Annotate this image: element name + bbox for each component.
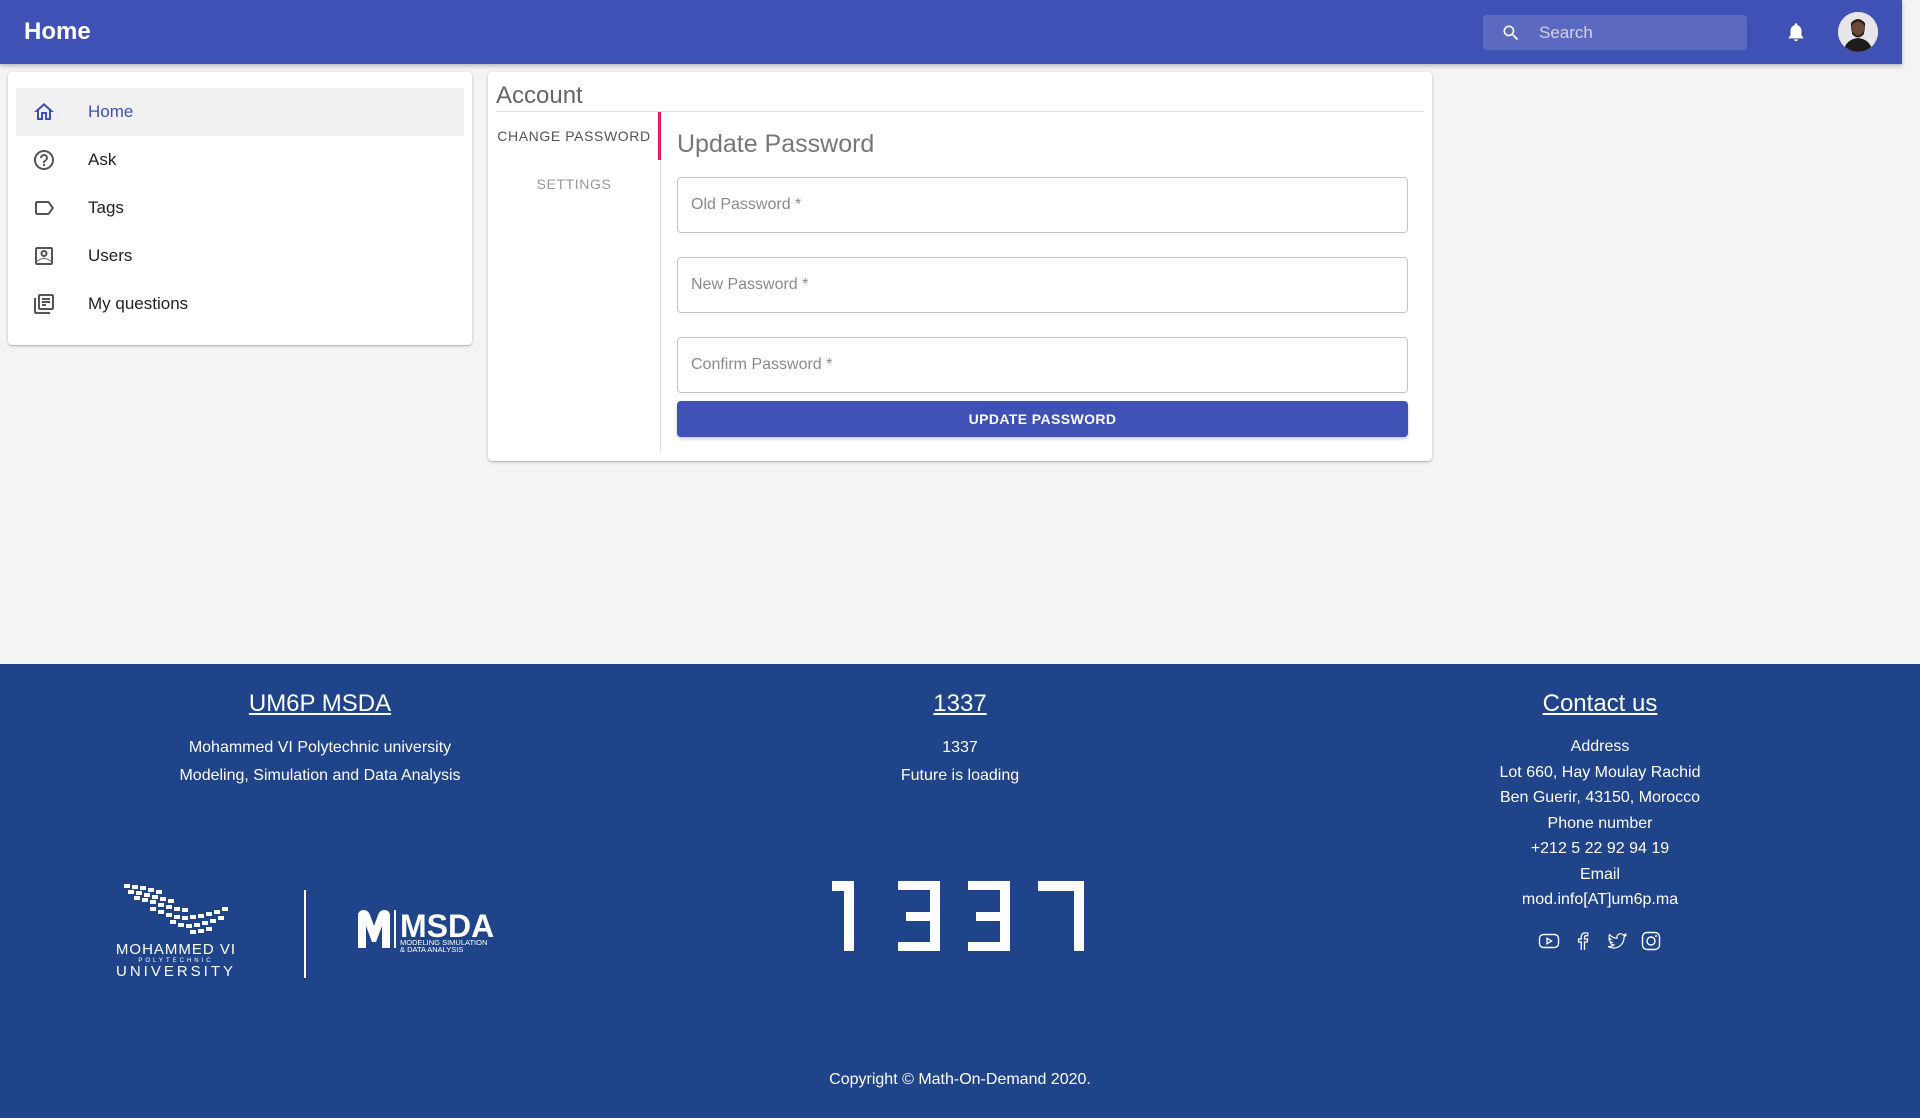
search-icon xyxy=(1483,15,1539,50)
confirm-password-field[interactable] xyxy=(677,337,1408,393)
search-box[interactable] xyxy=(1483,15,1747,50)
app-bar: Home xyxy=(0,0,1902,64)
new-password-field[interactable] xyxy=(677,257,1408,313)
footer-text: 1337 xyxy=(942,739,978,756)
panel-title: Update Password xyxy=(677,130,875,158)
new-password-input[interactable] xyxy=(678,258,1407,312)
sidebar-item-label: Users xyxy=(88,246,133,265)
library-books-icon xyxy=(34,294,54,314)
bell-icon xyxy=(1788,23,1804,42)
footer-text: Mohammed VI Polytechnic university xyxy=(188,739,452,756)
um6p-msda-logo: MOHAMMED VI POLYTECHNIC UNIVERSITY MSDA … xyxy=(110,882,530,982)
social-links xyxy=(1340,929,1860,953)
search-input[interactable] xyxy=(1539,22,1739,43)
tab-indicator xyxy=(658,112,661,160)
footer-text: mod.info[AT]um6p.ma xyxy=(1521,891,1679,908)
footer-col-um6p: UM6P MSDA Mohammed VI Polytechnic univer… xyxy=(60,688,580,790)
tab-change-password[interactable]: CHANGE PASSWORD xyxy=(488,112,660,160)
notifications-button[interactable] xyxy=(1781,17,1811,47)
footer-text: Ben Guerir, 43150, Morocco xyxy=(1499,789,1701,806)
sidebar-item-label: Home xyxy=(88,102,134,121)
twitter-icon[interactable] xyxy=(1605,929,1629,953)
footer-text: +212 5 22 92 94 19 xyxy=(1530,840,1670,857)
sidebar-item-tags[interactable]: Tags xyxy=(16,184,464,232)
1337-logo-icon xyxy=(832,881,1084,951)
account-card: Account CHANGE PASSWORD SETTINGS Update … xyxy=(488,72,1432,461)
confirm-password-input[interactable] xyxy=(678,338,1407,392)
footer-text: Lot 660, Hay Moulay Rachid xyxy=(1499,763,1701,781)
label-icon xyxy=(35,201,54,215)
account-title: Account xyxy=(496,82,583,109)
sidebar-item-users[interactable]: Users xyxy=(16,232,464,280)
sidebar-item-label: My questions xyxy=(88,294,189,313)
sidebar-item-my-questions[interactable]: My questions xyxy=(16,280,464,328)
footer-label: Address xyxy=(1570,738,1630,755)
copyright: Copyright © Math-On-Demand 2020. xyxy=(829,1071,1091,1088)
youtube-icon[interactable] xyxy=(1537,929,1561,953)
footer-text: Future is loading xyxy=(900,767,1020,784)
um6p-emblem-icon: MOHAMMED VI POLYTECHNIC UNIVERSITY MSDA … xyxy=(116,884,494,980)
sidebar-item-label: Ask xyxy=(88,150,117,169)
tab-settings[interactable]: SETTINGS xyxy=(488,160,660,208)
footer: UM6P MSDA Mohammed VI Polytechnic univer… xyxy=(0,664,1920,1118)
sidebar-item-home[interactable]: Home xyxy=(16,88,464,136)
instagram-icon[interactable] xyxy=(1639,929,1663,953)
old-password-input[interactable] xyxy=(678,178,1407,232)
footer-heading-um6p[interactable]: UM6P MSDA xyxy=(249,690,391,717)
footer-heading-1337[interactable]: 1337 xyxy=(933,690,986,717)
svg-text:& DATA ANALYSIS: & DATA ANALYSIS xyxy=(400,945,463,954)
footer-text: Modeling, Simulation and Data Analysis xyxy=(179,767,461,784)
svg-text:UNIVERSITY: UNIVERSITY xyxy=(116,963,236,980)
svg-text:MOHAMMED VI: MOHAMMED VI xyxy=(116,941,236,958)
old-password-field[interactable] xyxy=(677,177,1408,233)
page-title: Home xyxy=(24,18,91,45)
account-box-icon xyxy=(35,247,53,265)
facebook-icon[interactable] xyxy=(1571,929,1595,953)
sidebar-item-ask[interactable]: Ask xyxy=(16,136,464,184)
sidebar: Home Ask Tags Users My questions xyxy=(8,72,472,345)
avatar[interactable] xyxy=(1838,12,1878,52)
user-avatar-icon xyxy=(1838,12,1878,52)
footer-label: Phone number xyxy=(1547,814,1653,832)
footer-col-1337: 1337 1337 Future is loading xyxy=(700,688,1220,790)
help-circle-icon xyxy=(34,150,54,170)
home-icon xyxy=(34,103,54,120)
account-tabs: CHANGE PASSWORD SETTINGS xyxy=(488,112,661,452)
footer-heading-contact[interactable]: Contact us xyxy=(1543,690,1658,717)
sidebar-item-label: Tags xyxy=(88,198,124,217)
update-password-button[interactable]: UPDATE PASSWORD xyxy=(677,401,1408,437)
footer-col-contact: Contact us Address Lot 660, Hay Moulay R… xyxy=(1340,688,1860,953)
footer-label: Email xyxy=(1579,865,1620,883)
